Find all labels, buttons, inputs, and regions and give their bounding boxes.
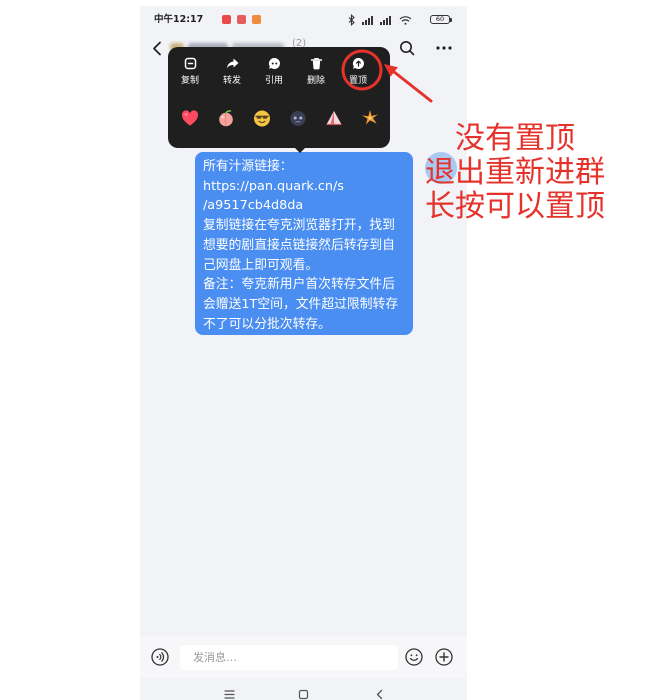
battery-icon: 60	[430, 15, 450, 24]
search-icon[interactable]	[399, 40, 415, 56]
message-line: 备注：夸克新用户首次转存文件后	[203, 277, 395, 293]
forward-icon	[226, 58, 238, 69]
menu-icon[interactable]	[224, 689, 235, 700]
signal-icon	[362, 16, 373, 25]
plus-icon[interactable]	[435, 648, 453, 666]
trash-icon	[310, 58, 322, 70]
message-line: 己网盘上即可观看。	[203, 257, 319, 273]
message-line: 想要的剧直接点链接然后转存到自	[203, 237, 395, 253]
signal-icon	[380, 16, 391, 25]
notification-icon	[237, 15, 246, 24]
menu-pointer	[294, 147, 306, 153]
menu-actions: 复制 转发 引用 删除 置顶	[169, 55, 379, 91]
copy-icon	[184, 57, 196, 70]
reaction-cone[interactable]	[316, 107, 352, 129]
status-icons	[348, 14, 412, 26]
sparkle-emoji-icon	[362, 110, 378, 125]
back-icon[interactable]	[374, 689, 385, 700]
quote-label: 引用	[264, 76, 283, 86]
voice-icon[interactable]	[151, 648, 169, 666]
quote-button[interactable]: 引用	[253, 55, 295, 91]
input-bar: 发消息…	[140, 636, 467, 678]
pin-icon	[352, 57, 364, 69]
peach-emoji-icon	[219, 110, 233, 127]
forward-label: 转发	[222, 76, 241, 86]
message-link[interactable]: /a9517cb4d8da	[203, 196, 405, 216]
annotation-line: 没有置顶	[455, 121, 575, 156]
message-line: 不了可以分批次转存。	[203, 316, 331, 332]
heart-emoji-icon	[181, 110, 199, 126]
chevron-left-icon[interactable]	[151, 41, 163, 56]
message-line: 所有汁源链接：	[203, 159, 293, 174]
copy-button[interactable]: 复制	[169, 55, 211, 91]
cone-emoji-icon	[326, 111, 342, 126]
system-nav-bar	[140, 682, 467, 700]
bluetooth-icon	[348, 14, 355, 26]
more-icon[interactable]	[435, 45, 453, 51]
home-icon[interactable]	[298, 689, 309, 700]
battery-cap	[450, 18, 452, 22]
pin-button[interactable]: 置顶	[337, 55, 379, 91]
message-context-menu: 复制 转发 引用 删除 置顶	[168, 47, 390, 153]
reaction-peach[interactable]	[208, 107, 244, 129]
pin-label: 置顶	[348, 76, 367, 86]
reaction-row	[172, 107, 388, 129]
quote-icon	[268, 57, 280, 69]
status-bar: 中午12:17 60	[140, 14, 467, 26]
delete-button[interactable]: 删除	[295, 55, 337, 91]
message-input-placeholder: 发消息…	[193, 651, 237, 664]
emoji-icon[interactable]	[405, 648, 423, 666]
message-bubble[interactable]: 所有汁源链接： https://pan.quark.cn/s /a9517cb4…	[195, 152, 413, 335]
phone-screen: 中午12:17 60 (2) 所有汁源链接： https://pan.quark…	[140, 6, 467, 700]
forward-button[interactable]: 转发	[211, 55, 253, 91]
annotation-line: 长按可以置顶	[425, 189, 605, 224]
reaction-sparkle[interactable]	[352, 107, 388, 129]
annotation-text: 没有置顶 退出重新进群 长按可以置顶	[410, 122, 620, 224]
wifi-icon	[399, 16, 412, 25]
reaction-grin[interactable]	[244, 107, 280, 129]
delete-label: 删除	[306, 76, 325, 86]
status-time: 中午12:17	[154, 14, 204, 25]
annotation-line: 退出重新进群	[425, 155, 605, 190]
notification-icon	[222, 15, 231, 24]
message-line: 复制链接在夸克浏览器打开，找到	[203, 218, 395, 234]
copy-label: 复制	[180, 76, 199, 86]
notification-icon	[252, 15, 261, 24]
message-input[interactable]: 发消息…	[180, 645, 398, 670]
reaction-dark-face[interactable]	[280, 107, 316, 129]
grin-emoji-icon	[254, 110, 270, 127]
reaction-heart[interactable]	[172, 107, 208, 129]
dark-face-emoji-icon	[290, 111, 306, 126]
message-link[interactable]: https://pan.quark.cn/s	[203, 177, 405, 197]
message-line: 会赠送1T空间，文件超过限制转存	[203, 296, 399, 312]
